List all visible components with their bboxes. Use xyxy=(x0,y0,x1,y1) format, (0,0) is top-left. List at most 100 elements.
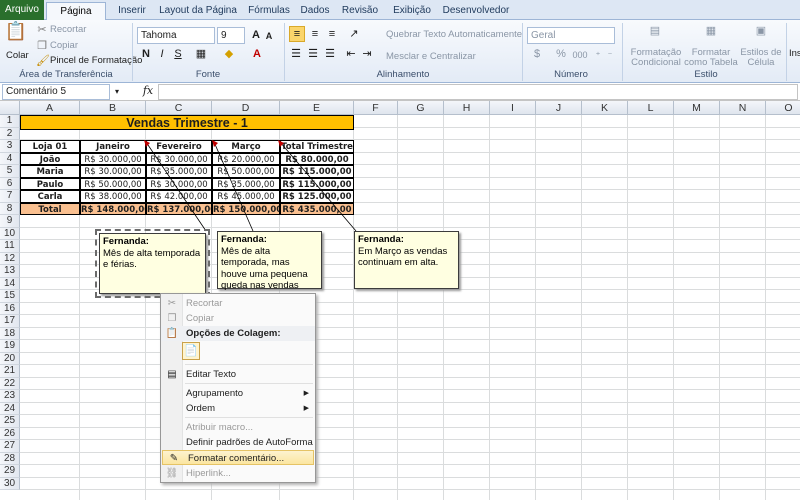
tab-pagina-inicial[interactable]: Página Inicial xyxy=(46,2,106,35)
tab-exibicao[interactable]: Exibição xyxy=(388,2,436,20)
comment-box-janeiro[interactable]: Fernanda: Mês de alta temporada e férias… xyxy=(95,229,210,298)
row-header-28[interactable]: 28 xyxy=(0,452,20,465)
menu-item-hyperlink[interactable]: ⛓ Hiperlink... xyxy=(161,466,315,481)
thousands-button[interactable]: 000 xyxy=(570,48,590,62)
name-box[interactable]: Comentário 5 xyxy=(2,84,110,100)
value-cell[interactable]: R$ 30.000,00 xyxy=(146,177,212,190)
total-cell[interactable]: R$ 148.000,00 xyxy=(80,202,146,215)
align-left-icon[interactable]: ☰ xyxy=(289,47,303,61)
value-cell[interactable]: R$ 30.000,00 xyxy=(80,165,146,178)
menu-item-copy[interactable]: ❐ Copiar xyxy=(161,311,315,326)
column-header-n[interactable]: N xyxy=(720,101,766,115)
align-top-icon[interactable]: ≡ xyxy=(289,26,305,42)
column-header-f[interactable]: F xyxy=(354,101,398,115)
conditional-format-button[interactable]: Formatação Condicional xyxy=(628,48,684,68)
menu-item-cut[interactable]: ✂ Recortar xyxy=(161,296,315,311)
total-cell[interactable]: Total xyxy=(20,202,80,215)
value-cell[interactable]: R$ 42.000,00 xyxy=(146,190,212,203)
align-center-icon[interactable]: ☰ xyxy=(306,47,320,61)
italic-button[interactable]: I xyxy=(156,47,168,61)
tab-dados[interactable]: Dados xyxy=(298,2,332,20)
value-cell[interactable]: R$ 35.000,00 xyxy=(146,165,212,178)
decrease-indent-icon[interactable]: ⇤ xyxy=(344,47,358,61)
row-header-4[interactable]: 4 xyxy=(0,152,20,165)
row-header-24[interactable]: 24 xyxy=(0,402,20,415)
row-header-23[interactable]: 23 xyxy=(0,390,20,403)
column-header-h[interactable]: H xyxy=(444,101,490,115)
format-painter-button[interactable]: Pincel de Formatação xyxy=(50,55,142,66)
header-cell[interactable]: Total Trimestre xyxy=(280,140,354,153)
row-header-16[interactable]: 16 xyxy=(0,302,20,315)
cell-styles-button[interactable]: Estilos de Célula xyxy=(738,48,784,68)
paste-option-icon[interactable]: 📄 xyxy=(182,342,200,360)
total-cell[interactable]: R$ 137.000,00 xyxy=(146,202,212,215)
store-name-cell[interactable]: João xyxy=(20,152,80,165)
row-header-27[interactable]: 27 xyxy=(0,440,20,453)
menu-item-order[interactable]: Ordem ▶ xyxy=(161,401,315,416)
select-all-corner[interactable] xyxy=(0,101,20,115)
spreadsheet-grid[interactable]: ABCDEFGHIJKLMNO 1 2 3 4 5 6 7 8 9 10 11 12 13 14 15 16 1… xyxy=(0,101,800,500)
currency-icon[interactable]: $ xyxy=(530,47,544,61)
percent-button[interactable]: % xyxy=(555,47,567,61)
tab-desenvolvedor[interactable]: Desenvolvedor xyxy=(440,2,512,20)
column-header-j[interactable]: J xyxy=(536,101,582,115)
value-cell[interactable]: R$ 115.000,00 xyxy=(280,177,354,190)
decrease-decimal-icon[interactable]: ⁻ xyxy=(604,48,616,62)
row-header-3[interactable]: 3 xyxy=(0,140,20,153)
menu-item-format-comment[interactable]: ✎ Formatar comentário... xyxy=(162,450,314,465)
row-header-17[interactable]: 17 xyxy=(0,315,20,328)
align-right-icon[interactable]: ☰ xyxy=(323,47,337,61)
tab-inserir[interactable]: Inserir xyxy=(112,2,152,20)
row-header-25[interactable]: 25 xyxy=(0,415,20,428)
name-box-dropdown-icon[interactable]: ▾ xyxy=(112,85,122,99)
menu-item-edit-text[interactable]: ▤ Editar Texto xyxy=(161,367,315,382)
column-header-m[interactable]: M xyxy=(674,101,720,115)
row-header-7[interactable]: 7 xyxy=(0,190,20,203)
row-header-21[interactable]: 21 xyxy=(0,365,20,378)
row-header-5[interactable]: 5 xyxy=(0,165,20,178)
fill-color-icon[interactable]: ◆ xyxy=(222,47,236,61)
shrink-font-icon[interactable]: A xyxy=(264,29,274,43)
wrap-text-button[interactable]: Quebrar Texto Automaticamente xyxy=(386,29,522,40)
underline-button[interactable]: S xyxy=(172,47,184,61)
menu-item-autoshape-defaults[interactable]: Definir padrões de AutoForma xyxy=(161,435,315,450)
row-header-1[interactable]: 1 xyxy=(0,115,20,128)
paste-icon[interactable]: 📋 xyxy=(4,22,28,46)
header-cell[interactable]: Fevereiro xyxy=(146,140,212,153)
row-header-6[interactable]: 6 xyxy=(0,177,20,190)
column-header-g[interactable]: G xyxy=(398,101,444,115)
row-header-20[interactable]: 20 xyxy=(0,352,20,365)
bold-button[interactable]: N xyxy=(140,47,152,61)
tab-arquivo[interactable]: Arquivo xyxy=(0,0,44,20)
value-cell[interactable]: R$ 45.000,00 xyxy=(212,190,280,203)
row-header-30[interactable]: 30 xyxy=(0,477,20,490)
row-header-8[interactable]: 8 xyxy=(0,202,20,215)
value-cell[interactable]: R$ 50.000,00 xyxy=(80,177,146,190)
tab-layout[interactable]: Layout da Página xyxy=(156,2,240,20)
row-header-12[interactable]: 12 xyxy=(0,252,20,265)
merge-center-button[interactable]: Mesclar e Centralizar xyxy=(386,51,476,62)
number-format-select[interactable]: Geral xyxy=(527,27,615,44)
row-header-9[interactable]: 9 xyxy=(0,215,20,228)
row-header-29[interactable]: 29 xyxy=(0,465,20,478)
font-size-select[interactable]: 9 xyxy=(217,27,245,44)
fx-icon[interactable]: fx xyxy=(140,84,156,98)
menu-item-assign-macro[interactable]: Atribuir macro... xyxy=(161,420,315,435)
column-header-l[interactable]: L xyxy=(628,101,674,115)
row-header-22[interactable]: 22 xyxy=(0,377,20,390)
header-cell[interactable]: Loja 01 xyxy=(20,140,80,153)
align-bottom-icon[interactable]: ≡ xyxy=(325,27,339,41)
increase-decimal-icon[interactable]: ⁺ xyxy=(592,48,604,62)
copy-button[interactable]: Copiar xyxy=(50,40,78,51)
value-cell[interactable]: R$ 30.000,00 xyxy=(80,152,146,165)
value-cell[interactable]: R$ 50.000,00 xyxy=(212,165,280,178)
total-cell[interactable]: R$ 435.000,00 xyxy=(280,202,354,215)
increase-indent-icon[interactable]: ⇥ xyxy=(360,47,374,61)
header-cell[interactable]: Janeiro xyxy=(80,140,146,153)
header-cell[interactable]: Março xyxy=(212,140,280,153)
cut-button[interactable]: Recortar xyxy=(50,24,86,35)
store-name-cell[interactable]: Carla xyxy=(20,190,80,203)
font-name-select[interactable]: Tahoma xyxy=(137,27,215,44)
value-cell[interactable]: R$ 35.000,00 xyxy=(212,177,280,190)
value-cell[interactable]: R$ 80.000,00 xyxy=(280,152,354,165)
